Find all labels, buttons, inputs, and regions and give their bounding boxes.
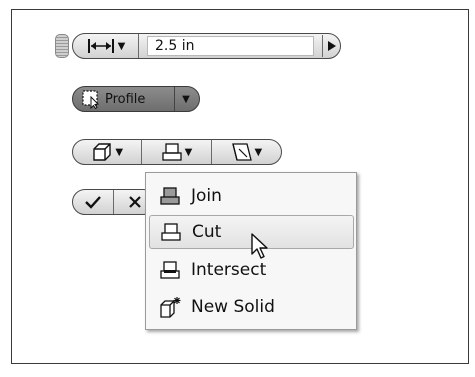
menu-item-label: Cut — [192, 222, 222, 242]
distance-group: ▼ 2.5 in — [72, 33, 341, 59]
menu-item-new-solid[interactable]: New Solid — [149, 290, 354, 324]
taper-dropdown[interactable]: ▼ — [212, 140, 281, 164]
profile-label: Profile — [105, 91, 146, 107]
menu-item-label: Join — [191, 186, 222, 206]
chevron-down-icon: ▼ — [254, 146, 263, 158]
grip-handle[interactable] — [55, 34, 69, 58]
distance-icon — [87, 39, 114, 53]
cut-icon — [162, 143, 182, 161]
menu-item-label: New Solid — [191, 297, 275, 317]
solid-box-icon — [93, 143, 112, 161]
extents-dropdown[interactable]: ▼ — [73, 34, 139, 58]
checkmark-icon — [85, 196, 101, 209]
menu-item-join[interactable]: Join — [149, 179, 354, 213]
profile-dropdown[interactable]: ▼ — [175, 87, 197, 111]
close-icon — [128, 196, 141, 208]
play-arrow-icon — [327, 41, 336, 51]
operation-dropdown[interactable]: ▼ — [142, 140, 212, 164]
ok-button[interactable] — [73, 190, 115, 214]
intersect-icon — [149, 260, 191, 280]
profile-select-icon — [82, 90, 100, 109]
chevron-down-icon: ▼ — [117, 40, 126, 52]
profile-selector: Profile ▼ — [72, 86, 200, 112]
chevron-down-icon: ▼ — [182, 93, 190, 105]
cut-icon — [150, 222, 192, 242]
apply-group — [72, 189, 156, 215]
chevron-down-icon: ▼ — [115, 146, 124, 158]
mouse-pointer-icon — [251, 233, 268, 259]
new-solid-icon — [149, 296, 191, 318]
menu-item-label: Intersect — [191, 260, 267, 280]
distance-input[interactable]: 2.5 in — [147, 36, 314, 56]
tool-group: ▼ ▼ ▼ — [72, 139, 282, 165]
play-arrow-button[interactable] — [322, 35, 340, 57]
output-dropdown[interactable]: ▼ — [73, 140, 143, 164]
chevron-down-icon: ▼ — [184, 146, 193, 158]
profile-button[interactable]: Profile — [73, 87, 175, 111]
taper-icon — [231, 143, 252, 161]
join-icon — [149, 186, 191, 206]
